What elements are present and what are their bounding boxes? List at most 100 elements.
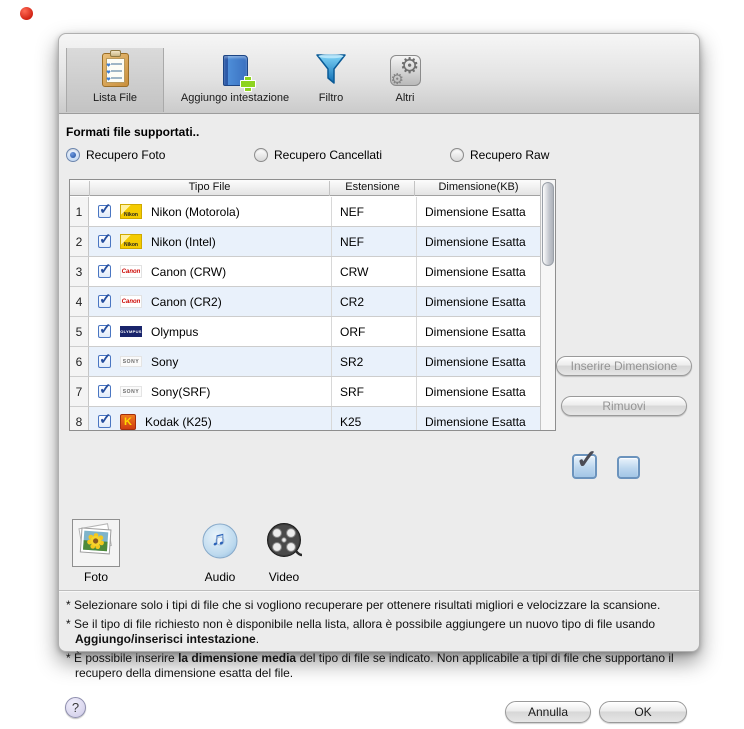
red-dot-icon bbox=[20, 7, 33, 20]
table-row[interactable]: 8 ✓ K Kodak (K25) K25 Dimensione Esatta bbox=[70, 407, 541, 430]
row-checkbox[interactable]: ✓ bbox=[98, 231, 112, 248]
checkmark-icon: ✓ bbox=[99, 201, 112, 218]
row-checkbox[interactable]: ✓ bbox=[98, 261, 112, 278]
rimuovi-button[interactable]: Rimuovi bbox=[561, 396, 687, 416]
table-row[interactable]: 4 ✓ Canon Canon (CR2) CR2 Dimensione Esa… bbox=[70, 287, 540, 317]
tab-video[interactable]: Video bbox=[260, 519, 308, 584]
size-cell: Dimensione Esatta bbox=[416, 227, 541, 256]
row-number: 5 bbox=[70, 317, 89, 346]
gears-icon: ⚙ ⚙ bbox=[389, 54, 421, 86]
file-type-name: Sony bbox=[151, 354, 179, 369]
help-button[interactable]: ? bbox=[65, 697, 86, 718]
checkmark-icon: ✓ bbox=[576, 444, 598, 474]
radio-dot-icon bbox=[254, 148, 268, 162]
brand-logo-icon: Nikon bbox=[120, 204, 142, 219]
scrollbar-thumb[interactable] bbox=[542, 182, 554, 266]
toolbar-item-altri[interactable]: ⚙ ⚙ Altri bbox=[379, 48, 431, 112]
extension-cell: NEF bbox=[331, 227, 415, 256]
clipboard-icon bbox=[101, 50, 129, 90]
file-type-name: Nikon (Motorola) bbox=[151, 204, 240, 219]
media-tabs: Foto ♫ Audio Video bbox=[59, 515, 699, 585]
dialog-window: Lista File Aggiungo intestazione Filtro … bbox=[58, 33, 700, 723]
tab-label: Audio bbox=[204, 570, 236, 584]
row-checkbox[interactable]: ✓ bbox=[98, 381, 112, 398]
footnote-2: * Se il tipo di file richiesto non è dis… bbox=[66, 616, 656, 647]
table-row[interactable]: 1 ✓ Nikon Nikon (Motorola) NEF Dimension… bbox=[70, 197, 540, 227]
size-cell: Dimensione Esatta bbox=[416, 347, 541, 376]
brand-logo-icon: Canon bbox=[120, 295, 142, 308]
brand-logo-icon: Canon bbox=[120, 265, 142, 278]
deselect-all-checkbox[interactable] bbox=[617, 456, 640, 479]
extension-cell: K25 bbox=[331, 407, 415, 430]
brand-logo-icon: K bbox=[120, 413, 136, 430]
toolbar-item-label: Filtro bbox=[318, 92, 344, 104]
film-reel-icon bbox=[263, 520, 305, 567]
toolbar-item-label: Lista File bbox=[92, 92, 138, 104]
radio-recupero-cancellati[interactable]: Recupero Cancellati bbox=[254, 148, 382, 162]
toolbar-item-lista-file[interactable]: Lista File bbox=[66, 48, 164, 112]
extension-cell: ORF bbox=[331, 317, 415, 346]
table-body: 1 ✓ Nikon Nikon (Motorola) NEF Dimension… bbox=[70, 197, 540, 430]
radio-dot-icon bbox=[66, 148, 80, 162]
checkmark-icon: ✓ bbox=[99, 261, 112, 278]
screen: Lista File Aggiungo intestazione Filtro … bbox=[0, 0, 744, 729]
extension-cell: SRF bbox=[331, 377, 415, 406]
footnotes: * Selezionare solo i tipi di file che si… bbox=[66, 598, 698, 685]
brand-logo-icon: SONY bbox=[120, 356, 142, 367]
toolbar-item-aggiungo-intestazione[interactable]: Aggiungo intestazione bbox=[171, 48, 299, 112]
checkmark-icon: ✓ bbox=[99, 381, 112, 398]
extension-cell: NEF bbox=[331, 197, 415, 226]
radio-recupero-foto[interactable]: Recupero Foto bbox=[66, 148, 165, 162]
funnel-icon bbox=[314, 50, 348, 90]
row-checkbox[interactable]: ✓ bbox=[98, 411, 112, 428]
recovery-mode-radios: Recupero Foto Recupero Cancellati Recupe… bbox=[66, 148, 626, 164]
toolbar-item-label: Aggiungo intestazione bbox=[180, 92, 290, 104]
row-number: 2 bbox=[70, 227, 89, 256]
row-checkbox[interactable]: ✓ bbox=[98, 351, 112, 368]
footnote-1: * Selezionare solo i tipi di file che si… bbox=[66, 598, 661, 612]
music-note-icon: ♫ bbox=[211, 528, 226, 550]
extension-cell: SR2 bbox=[331, 347, 415, 376]
file-type-name: Canon (CR2) bbox=[151, 294, 222, 309]
table-scrollbar[interactable] bbox=[540, 180, 555, 430]
file-types-table: Tipo File Estensione Dimensione(KB) 1 ✓ … bbox=[69, 179, 556, 431]
table-row[interactable]: 2 ✓ Nikon Nikon (Intel) NEF Dimensione E… bbox=[70, 227, 540, 257]
header-dimensione[interactable]: Dimensione(KB) bbox=[416, 181, 541, 196]
size-cell: Dimensione Esatta bbox=[416, 407, 541, 430]
row-checkbox[interactable]: ✓ bbox=[98, 321, 112, 338]
header-estensione[interactable]: Estensione bbox=[331, 181, 415, 196]
section-title: Formati file supportati.. bbox=[66, 125, 200, 139]
size-cell: Dimensione Esatta bbox=[416, 377, 541, 406]
header-tipo-file[interactable]: Tipo File bbox=[89, 181, 330, 196]
content-area: Formati file supportati.. Recupero Foto … bbox=[59, 115, 699, 723]
brand-logo-icon: Nikon bbox=[120, 234, 142, 249]
extension-cell: CR2 bbox=[331, 287, 415, 316]
checkmark-icon: ✓ bbox=[99, 411, 112, 428]
tab-label: Foto bbox=[83, 570, 108, 584]
table-row[interactable]: 3 ✓ Canon Canon (CRW) CRW Dimensione Esa… bbox=[70, 257, 540, 287]
row-number: 7 bbox=[70, 377, 89, 406]
tab-audio[interactable]: ♫ Audio bbox=[196, 519, 244, 584]
file-type-name: Kodak (K25) bbox=[145, 414, 212, 429]
tab-foto[interactable]: Foto bbox=[72, 519, 120, 584]
table-row[interactable]: 7 ✓ SONY Sony(SRF) SRF Dimensione Esatta bbox=[70, 377, 540, 407]
table-row[interactable]: 6 ✓ SONY Sony SR2 Dimensione Esatta bbox=[70, 347, 540, 377]
row-number: 4 bbox=[70, 287, 89, 316]
divider bbox=[59, 590, 699, 592]
annulla-button[interactable]: Annulla bbox=[505, 701, 591, 723]
inserire-dimensione-button[interactable]: Inserire Dimensione bbox=[556, 356, 692, 376]
ok-button[interactable]: OK bbox=[599, 701, 687, 723]
row-checkbox[interactable]: ✓ bbox=[98, 291, 112, 308]
size-cell: Dimensione Esatta bbox=[416, 287, 541, 316]
select-all-checkbox[interactable]: ✓ bbox=[572, 444, 598, 479]
radio-dot-icon bbox=[450, 148, 464, 162]
row-checkbox[interactable]: ✓ bbox=[98, 201, 112, 218]
radio-label: Recupero Cancellati bbox=[274, 148, 383, 162]
radio-label: Recupero Raw bbox=[470, 148, 550, 162]
table-row[interactable]: 5 ✓ OLYMPUS Olympus ORF Dimensione Esatt… bbox=[70, 317, 540, 347]
toolbar-item-filtro[interactable]: Filtro bbox=[304, 48, 358, 112]
brand-logo-icon: SONY bbox=[120, 386, 142, 397]
checkmark-icon: ✓ bbox=[99, 321, 112, 338]
row-number: 1 bbox=[70, 197, 89, 226]
radio-recupero-raw[interactable]: Recupero Raw bbox=[450, 148, 549, 162]
